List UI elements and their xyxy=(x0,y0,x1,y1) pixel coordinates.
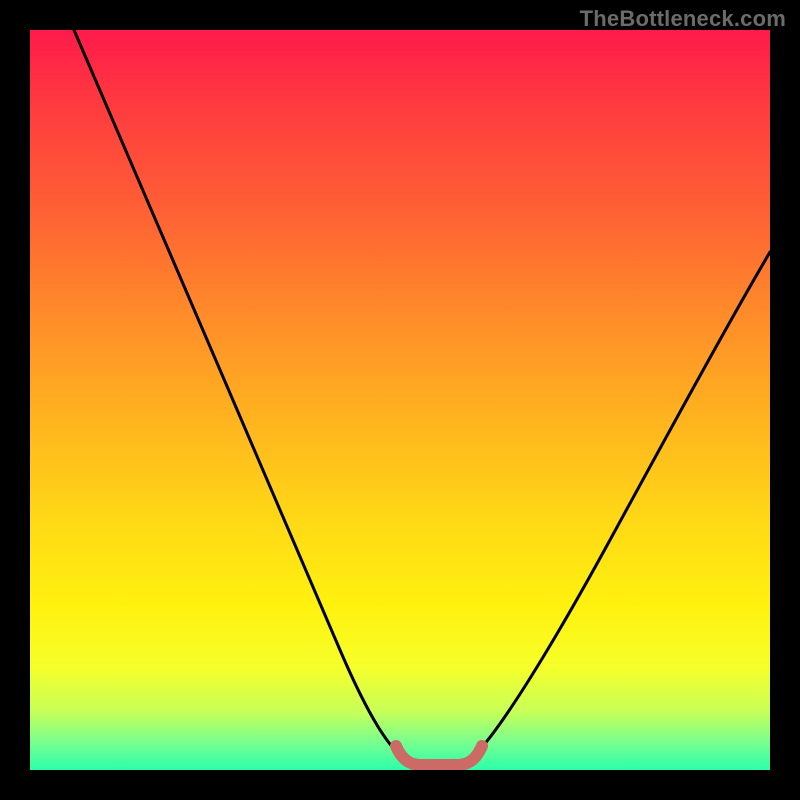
curve-left xyxy=(74,30,402,756)
watermark-text: TheBottleneck.com xyxy=(580,6,786,32)
curve-right xyxy=(474,252,770,756)
flat-optimum-segment xyxy=(396,746,482,765)
plot-area xyxy=(30,30,770,770)
curve-layer xyxy=(30,30,770,770)
chart-frame: TheBottleneck.com xyxy=(0,0,800,800)
